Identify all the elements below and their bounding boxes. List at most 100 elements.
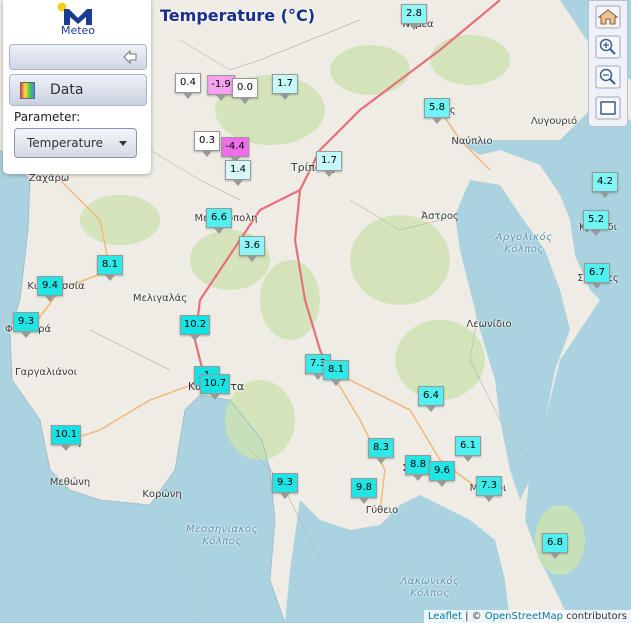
marker-pointer bbox=[240, 98, 250, 104]
map-title: Temperature (°C) bbox=[160, 6, 316, 25]
station-value: 4.2 bbox=[592, 172, 618, 192]
place-label: Άστρος bbox=[421, 211, 459, 222]
station-marker[interactable]: 0.3 bbox=[194, 131, 220, 157]
osm-link[interactable]: OpenStreetMap bbox=[485, 611, 563, 622]
station-value: 8.1 bbox=[323, 360, 349, 380]
marker-pointer bbox=[202, 151, 212, 157]
station-marker[interactable]: 10.2 bbox=[179, 315, 211, 341]
attribution-contributors: contributors bbox=[563, 611, 627, 622]
station-value: 10.7 bbox=[199, 374, 231, 394]
station-marker[interactable]: 1.7 bbox=[316, 151, 342, 177]
station-value: 7.3 bbox=[476, 476, 502, 496]
station-value: 10.2 bbox=[179, 315, 211, 335]
station-value: 8.8 bbox=[405, 455, 431, 475]
zoom-out-icon[interactable] bbox=[595, 65, 621, 89]
station-marker[interactable]: 5.8 bbox=[424, 98, 450, 124]
place-label: Κορώνη bbox=[142, 489, 182, 500]
station-marker[interactable]: 10.7 bbox=[199, 374, 231, 400]
data-button[interactable]: Data bbox=[9, 74, 147, 106]
station-marker[interactable]: 6.7 bbox=[584, 263, 610, 289]
marker-pointer bbox=[183, 93, 193, 99]
attribution-separator: | © bbox=[461, 611, 485, 622]
place-label: Ζαχάρω bbox=[28, 173, 70, 184]
place-label: Λεωνίδιο bbox=[466, 319, 512, 330]
station-marker[interactable]: 5.2 bbox=[583, 210, 609, 236]
station-value: 6.8 bbox=[542, 533, 568, 553]
station-marker[interactable]: 1.7 bbox=[272, 74, 298, 100]
station-value: 5.2 bbox=[583, 210, 609, 230]
station-marker[interactable]: -1.9 bbox=[207, 75, 235, 101]
station-marker[interactable]: 9.3 bbox=[272, 473, 298, 499]
parameter-select[interactable]: Temperature bbox=[14, 128, 137, 158]
station-value: 3.6 bbox=[239, 236, 265, 256]
station-marker[interactable]: 10.1 bbox=[50, 425, 82, 451]
marker-pointer bbox=[280, 493, 290, 499]
place-label: Μεθώνη bbox=[49, 477, 91, 488]
fullscreen-icon[interactable] bbox=[595, 96, 621, 120]
station-marker[interactable]: 9.6 bbox=[429, 461, 455, 487]
station-value: 10.1 bbox=[50, 425, 82, 445]
station-marker[interactable]: 1.4 bbox=[225, 160, 251, 186]
marker-pointer bbox=[484, 496, 494, 502]
station-marker[interactable]: 4.2 bbox=[592, 172, 618, 198]
station-value: 0.0 bbox=[232, 78, 258, 98]
station-value: 9.3 bbox=[13, 312, 39, 332]
station-marker[interactable]: 8.8 bbox=[405, 455, 431, 481]
parameter-label: Parameter: bbox=[14, 110, 81, 124]
station-value: -1.9 bbox=[207, 75, 235, 95]
marker-pointer bbox=[600, 192, 610, 198]
marker-pointer bbox=[550, 553, 560, 559]
leaflet-link[interactable]: Leaflet bbox=[428, 611, 462, 622]
station-marker[interactable]: 7.3 bbox=[476, 476, 502, 502]
station-value: 9.4 bbox=[37, 276, 63, 296]
marker-pointer bbox=[324, 171, 334, 177]
place-label: Γαργαλιάνοι bbox=[14, 367, 78, 378]
station-marker[interactable]: 2.8 bbox=[401, 4, 427, 30]
sea-label: Λακωνικός Κόλπος bbox=[400, 576, 460, 599]
marker-pointer bbox=[209, 394, 220, 400]
station-marker[interactable]: 6.1 bbox=[455, 436, 481, 462]
map-toolbar bbox=[588, 0, 628, 127]
station-value: 6.1 bbox=[455, 436, 481, 456]
station-marker[interactable]: 6.8 bbox=[542, 533, 568, 559]
home-icon[interactable] bbox=[595, 5, 621, 29]
marker-pointer bbox=[409, 24, 419, 30]
place-label: Μελιγαλάς bbox=[132, 293, 188, 304]
station-value: 9.8 bbox=[351, 478, 377, 498]
station-value: 9.3 bbox=[272, 473, 298, 493]
station-value: 2.8 bbox=[401, 4, 427, 24]
station-marker[interactable]: 6.6 bbox=[206, 208, 232, 234]
station-marker[interactable]: 6.4 bbox=[418, 386, 444, 412]
marker-pointer bbox=[376, 458, 386, 464]
station-value: 6.6 bbox=[206, 208, 232, 228]
marker-pointer bbox=[331, 380, 341, 386]
station-marker[interactable]: 8.1 bbox=[97, 255, 123, 281]
station-marker[interactable]: 0.0 bbox=[232, 78, 258, 104]
collapse-panel-button[interactable] bbox=[9, 44, 147, 70]
marker-pointer bbox=[233, 180, 243, 186]
parameter-select-value: Temperature bbox=[27, 136, 104, 150]
station-marker[interactable]: 0.4 bbox=[175, 73, 201, 99]
station-marker[interactable]: 9.4 bbox=[37, 276, 63, 302]
zoom-in-icon[interactable] bbox=[595, 35, 621, 59]
station-value: 5.8 bbox=[424, 98, 450, 118]
control-panel: Meteo Data Parameter: Temperature bbox=[3, 0, 151, 174]
marker-pointer bbox=[592, 283, 602, 289]
marker-pointer bbox=[432, 118, 442, 124]
station-value: 6.7 bbox=[584, 263, 610, 283]
station-marker[interactable]: 8.3 bbox=[368, 438, 394, 464]
station-marker[interactable]: 8.1 bbox=[323, 360, 349, 386]
sea-label: Αργολικός Κόλπος bbox=[495, 232, 553, 255]
marker-pointer bbox=[280, 94, 290, 100]
marker-pointer bbox=[21, 332, 31, 338]
marker-pointer bbox=[591, 230, 601, 236]
station-marker[interactable]: 9.3 bbox=[13, 312, 39, 338]
station-marker[interactable]: 3.6 bbox=[239, 236, 265, 262]
station-value: 0.4 bbox=[175, 73, 201, 93]
station-marker[interactable]: 9.8 bbox=[351, 478, 377, 504]
station-value: 1.4 bbox=[225, 160, 251, 180]
marker-pointer bbox=[313, 374, 323, 380]
marker-pointer bbox=[215, 95, 226, 101]
marker-pointer bbox=[359, 498, 369, 504]
station-value: 6.4 bbox=[418, 386, 444, 406]
